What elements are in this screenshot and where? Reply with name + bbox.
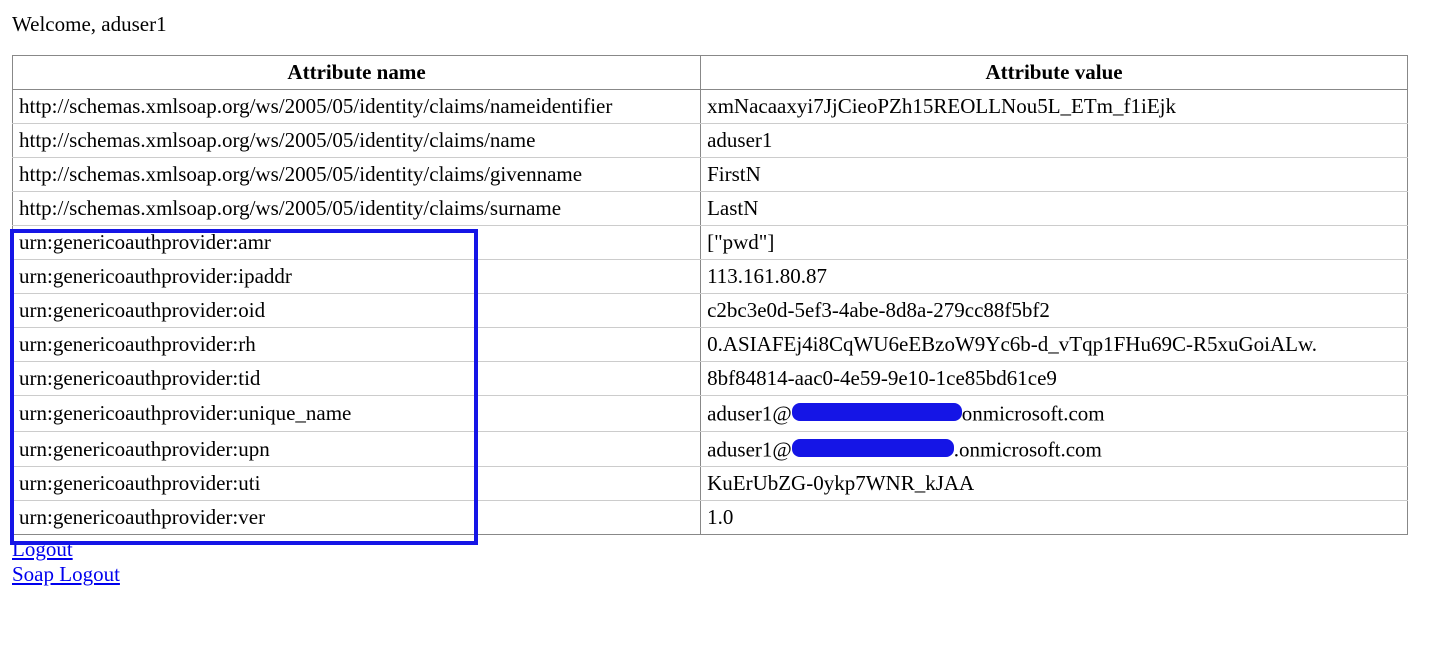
attr-value-cell: c2bc3e0d-5ef3-4abe-8d8a-279cc88f5bf2	[701, 294, 1408, 328]
links-block: Logout Soap Logout	[12, 537, 1426, 587]
attr-name-cell: urn:genericoauthprovider:tid	[13, 362, 701, 396]
value-prefix: aduser1@	[707, 402, 792, 426]
table-row: urn:genericoauthprovider:amr["pwd"]	[13, 226, 1408, 260]
table-row: urn:genericoauthprovider:tid8bf84814-aac…	[13, 362, 1408, 396]
table-row: http://schemas.xmlsoap.org/ws/2005/05/id…	[13, 90, 1408, 124]
attr-name-cell: http://schemas.xmlsoap.org/ws/2005/05/id…	[13, 192, 701, 226]
welcome-prefix: Welcome,	[12, 12, 101, 36]
attr-name-cell: urn:genericoauthprovider:upn	[13, 431, 701, 467]
table-row: urn:genericoauthprovider:oidc2bc3e0d-5ef…	[13, 294, 1408, 328]
col-header-name: Attribute name	[13, 56, 701, 90]
attr-name-cell: urn:genericoauthprovider:ipaddr	[13, 260, 701, 294]
attr-name-cell: urn:genericoauthprovider:ver	[13, 501, 701, 535]
attr-name-cell: urn:genericoauthprovider:rh	[13, 328, 701, 362]
table-row: http://schemas.xmlsoap.org/ws/2005/05/id…	[13, 192, 1408, 226]
table-row: urn:genericoauthprovider:upnaduser1@ .onm…	[13, 431, 1408, 467]
table-row: urn:genericoauthprovider:rh0.ASIAFEj4i8C…	[13, 328, 1408, 362]
table-row: http://schemas.xmlsoap.org/ws/2005/05/id…	[13, 158, 1408, 192]
welcome-user: aduser1	[101, 12, 166, 36]
attr-value-cell: 0.ASIAFEj4i8CqWU6eEBzoW9Yc6b-d_vTqp1FHu6…	[701, 328, 1408, 362]
attr-value-cell: FirstN	[701, 158, 1408, 192]
redaction-block	[792, 439, 954, 457]
attr-name-cell: http://schemas.xmlsoap.org/ws/2005/05/id…	[13, 158, 701, 192]
attr-name-cell: urn:genericoauthprovider:oid	[13, 294, 701, 328]
attr-name-cell: urn:genericoauthprovider:unique_name	[13, 396, 701, 432]
soap-logout-link[interactable]: Soap Logout	[12, 562, 120, 587]
attr-value-cell: 8bf84814-aac0-4e59-9e10-1ce85bd61ce9	[701, 362, 1408, 396]
value-suffix: .onmicrosoft.com	[954, 437, 1102, 461]
table-header-row: Attribute name Attribute value	[13, 56, 1408, 90]
table-row: urn:genericoauthprovider:unique_nameadus…	[13, 396, 1408, 432]
table-row: urn:genericoauthprovider:ver1.0	[13, 501, 1408, 535]
attr-value-cell: aduser1@ .onmicrosoft.com	[701, 431, 1408, 467]
value-prefix: aduser1@	[707, 437, 792, 461]
claims-table: Attribute name Attribute value http://sc…	[12, 55, 1408, 535]
redaction-block	[792, 403, 962, 421]
attr-value-cell: ["pwd"]	[701, 226, 1408, 260]
attr-value-cell: LastN	[701, 192, 1408, 226]
attr-value-cell: 1.0	[701, 501, 1408, 535]
attr-name-cell: urn:genericoauthprovider:amr	[13, 226, 701, 260]
value-suffix: onmicrosoft.com	[962, 402, 1105, 426]
logout-link[interactable]: Logout	[12, 537, 73, 562]
attr-value-cell: KuErUbZG-0ykp7WNR_kJAA	[701, 467, 1408, 501]
col-header-value: Attribute value	[701, 56, 1408, 90]
table-row: urn:genericoauthprovider:ipaddr113.161.8…	[13, 260, 1408, 294]
attr-value-cell: aduser1	[701, 124, 1408, 158]
table-row: urn:genericoauthprovider:utiKuErUbZG-0yk…	[13, 467, 1408, 501]
attr-value-cell: 113.161.80.87	[701, 260, 1408, 294]
attr-name-cell: http://schemas.xmlsoap.org/ws/2005/05/id…	[13, 124, 701, 158]
attr-value-cell: aduser1@ onmicrosoft.com	[701, 396, 1408, 432]
table-row: http://schemas.xmlsoap.org/ws/2005/05/id…	[13, 124, 1408, 158]
attr-value-cell: xmNacaaxyi7JjCieoPZh15REOLLNou5L_ETm_f1i…	[701, 90, 1408, 124]
attr-name-cell: urn:genericoauthprovider:uti	[13, 467, 701, 501]
attr-name-cell: http://schemas.xmlsoap.org/ws/2005/05/id…	[13, 90, 701, 124]
welcome-text: Welcome, aduser1	[12, 12, 1426, 37]
